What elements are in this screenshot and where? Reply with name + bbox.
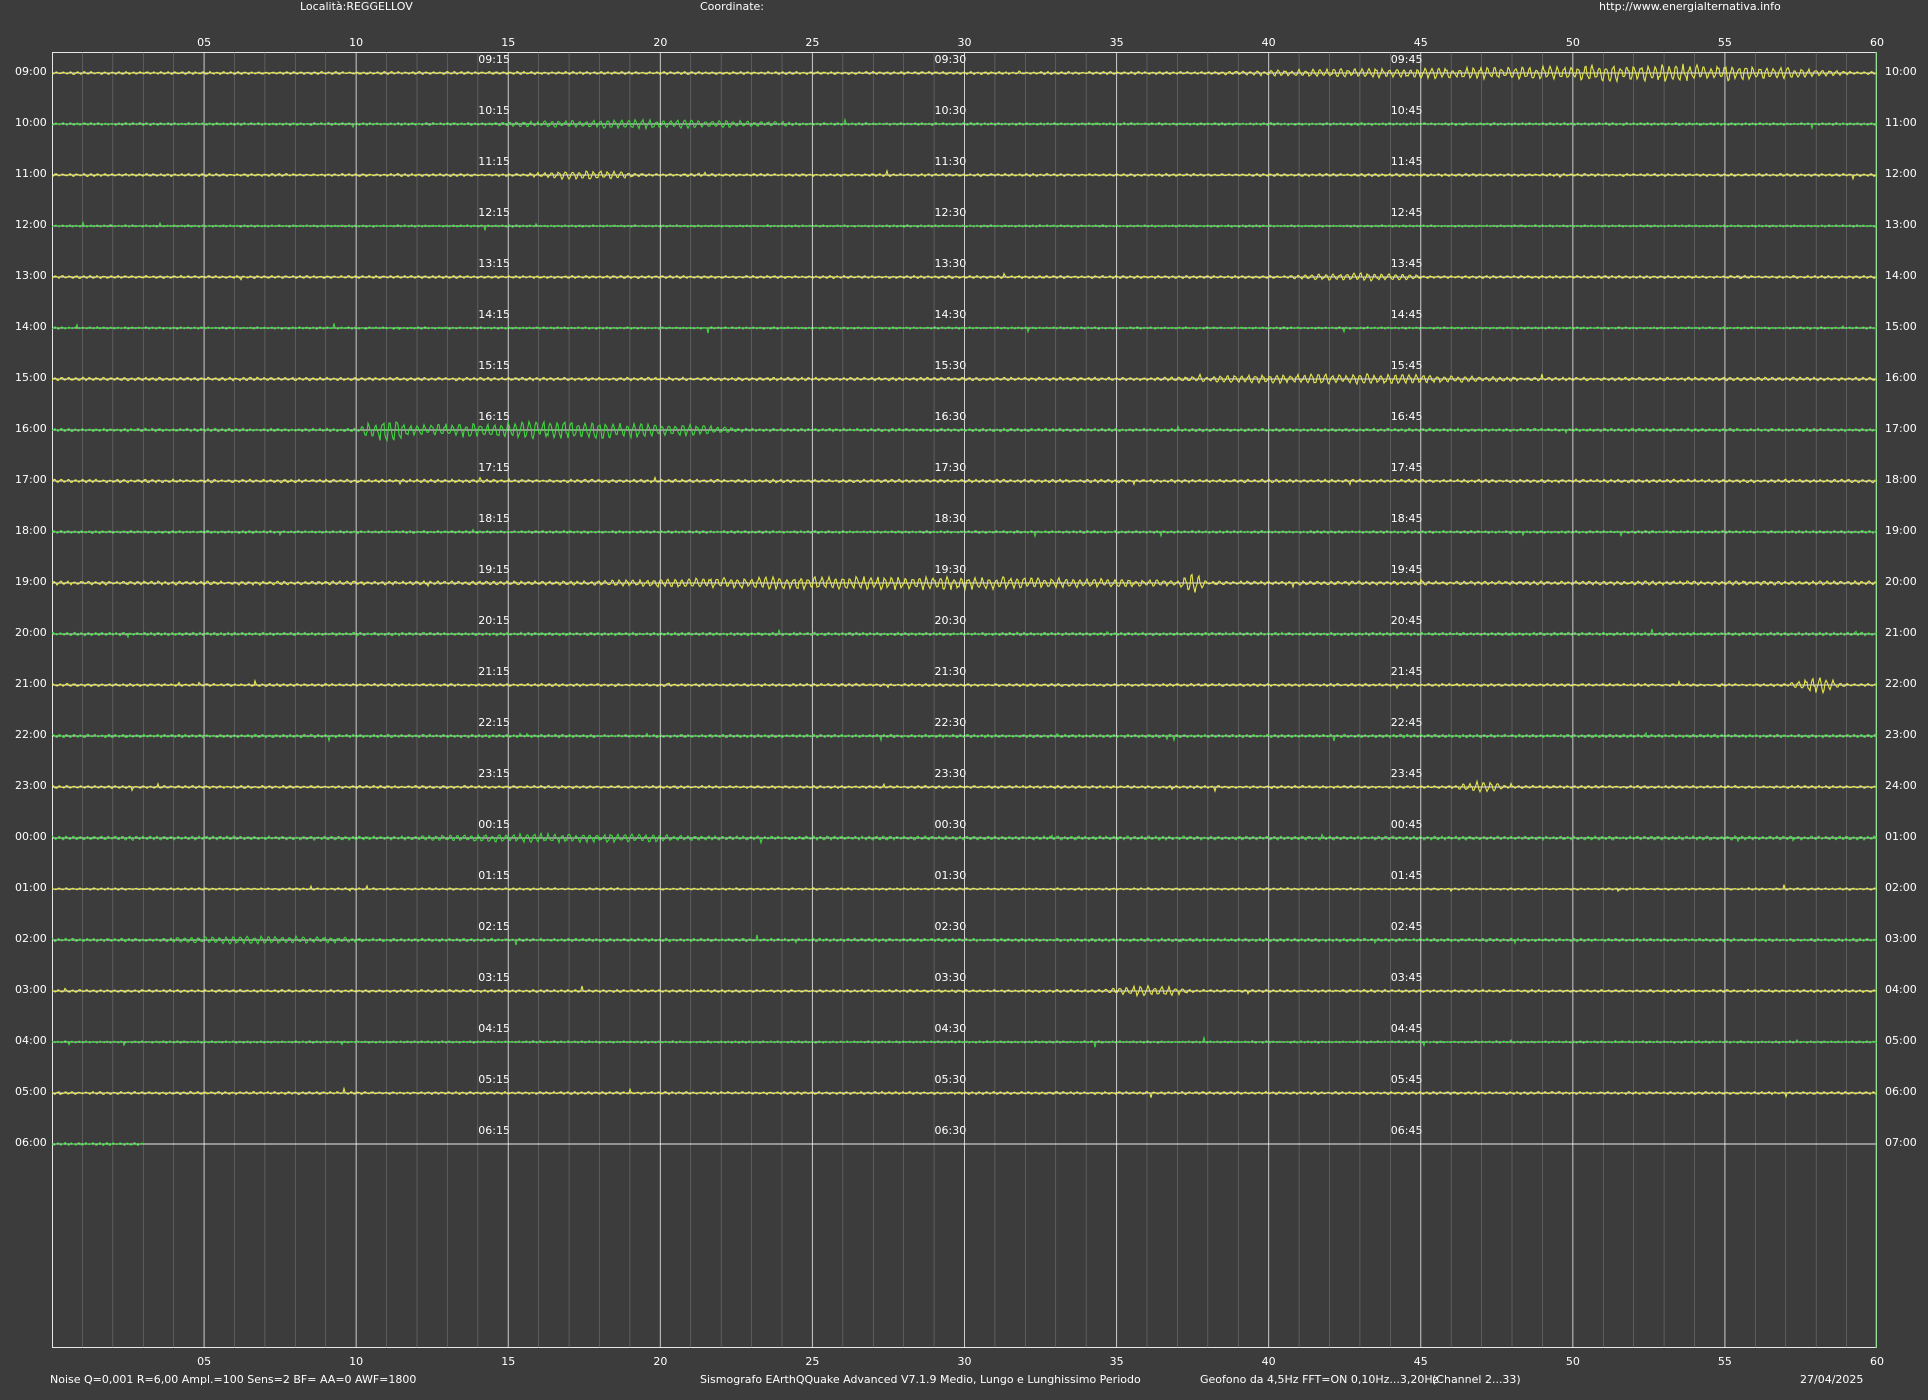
footer-software: Sismografo EArthQQuake Advanced V7.1.9 M… <box>700 1373 1141 1386</box>
bottom-minute-tick-label: 10 <box>349 1355 364 1368</box>
seismograph-window: Località:REGGELLOV Coordinate: http://ww… <box>0 0 1928 1400</box>
left-hour-label: 04:00 <box>15 1034 47 1047</box>
left-hour-label: 12:00 <box>15 218 47 231</box>
left-hour-label: 10:00 <box>15 116 47 129</box>
footer-params: Noise Q=0,001 R=6,00 Ampl.=100 Sens=2 BF… <box>50 1373 417 1386</box>
right-hour-label: 17:00 <box>1885 422 1917 435</box>
left-hour-label: 14:00 <box>15 320 47 333</box>
top-minute-tick-label: 45 <box>1413 36 1428 49</box>
top-minute-tick-label: 10 <box>349 36 364 49</box>
right-hour-label: 11:00 <box>1885 116 1917 129</box>
left-hour-label: 16:00 <box>15 422 47 435</box>
left-hour-label: 17:00 <box>15 473 47 486</box>
left-hour-label: 05:00 <box>15 1085 47 1098</box>
right-hour-label: 18:00 <box>1885 473 1917 486</box>
left-hour-label: 23:00 <box>15 779 47 792</box>
bottom-minute-tick-label: 60 <box>1870 1355 1884 1368</box>
right-hour-label: 23:00 <box>1885 728 1917 741</box>
top-minute-tick-label: 55 <box>1717 36 1732 49</box>
right-hour-label: 10:00 <box>1885 65 1917 78</box>
left-hour-label: 18:00 <box>15 524 47 537</box>
bottom-minute-tick-label: 50 <box>1565 1355 1580 1368</box>
top-minute-tick-label: 35 <box>1109 36 1124 49</box>
top-minute-tick-label: 25 <box>805 36 820 49</box>
coordinates-label: Coordinate: <box>700 0 765 13</box>
left-hour-label: 09:00 <box>15 65 47 78</box>
footer-sensor: Geofono da 4,5Hz FFT=ON 0,10Hz...3,20Hz <box>1200 1373 1439 1386</box>
right-hour-label: 02:00 <box>1885 881 1917 894</box>
right-hour-label: 19:00 <box>1885 524 1917 537</box>
right-hour-label: 22:00 <box>1885 677 1917 690</box>
top-minute-tick-label: 50 <box>1565 36 1580 49</box>
footer-channel: (Channel 2...33) <box>1432 1373 1521 1386</box>
bottom-minute-tick-label: 45 <box>1413 1355 1428 1368</box>
left-hour-label: 13:00 <box>15 269 47 282</box>
left-hour-label: 00:00 <box>15 830 47 843</box>
top-minute-tick-label: 05 <box>197 36 212 49</box>
left-hour-label: 22:00 <box>15 728 47 741</box>
right-hour-label: 16:00 <box>1885 371 1917 384</box>
bottom-minute-tick-label: 15 <box>501 1355 516 1368</box>
footer-date: 27/04/2025 <box>1800 1373 1864 1386</box>
left-hour-label: 21:00 <box>15 677 47 690</box>
right-hour-label: 01:00 <box>1885 830 1917 843</box>
location-label: Località:REGGELLOV <box>300 0 413 13</box>
website-link[interactable]: http://www.energialternativa.info <box>1599 0 1781 13</box>
right-hour-label: 24:00 <box>1885 779 1917 792</box>
right-hour-label: 15:00 <box>1885 320 1917 333</box>
right-hour-label: 06:00 <box>1885 1085 1917 1098</box>
top-minute-tick-label: 40 <box>1261 36 1276 49</box>
right-hour-label: 12:00 <box>1885 167 1917 180</box>
right-hour-label: 07:00 <box>1885 1136 1917 1149</box>
bottom-minute-tick-label: 05 <box>197 1355 212 1368</box>
left-hour-label: 03:00 <box>15 983 47 996</box>
top-minute-tick-label: 60 <box>1870 36 1884 49</box>
bottom-minute-tick-label: 25 <box>805 1355 820 1368</box>
right-hour-label: 13:00 <box>1885 218 1917 231</box>
bottom-minute-tick-label: 35 <box>1109 1355 1124 1368</box>
seismogram-plot <box>52 52 1878 1348</box>
left-hour-label: 20:00 <box>15 626 47 639</box>
right-hour-label: 21:00 <box>1885 626 1917 639</box>
right-hour-label: 20:00 <box>1885 575 1917 588</box>
top-minute-tick-label: 30 <box>957 36 972 49</box>
bottom-minute-tick-label: 20 <box>653 1355 668 1368</box>
left-hour-label: 02:00 <box>15 932 47 945</box>
right-hour-label: 04:00 <box>1885 983 1917 996</box>
right-hour-label: 03:00 <box>1885 932 1917 945</box>
bottom-minute-tick-label: 55 <box>1717 1355 1732 1368</box>
left-hour-label: 06:00 <box>15 1136 47 1149</box>
left-hour-label: 11:00 <box>15 167 47 180</box>
left-hour-label: 19:00 <box>15 575 47 588</box>
left-hour-label: 15:00 <box>15 371 47 384</box>
left-hour-label: 01:00 <box>15 881 47 894</box>
right-hour-label: 14:00 <box>1885 269 1917 282</box>
right-hour-label: 05:00 <box>1885 1034 1917 1047</box>
top-minute-tick-label: 20 <box>653 36 668 49</box>
bottom-minute-tick-label: 40 <box>1261 1355 1276 1368</box>
bottom-minute-tick-label: 30 <box>957 1355 972 1368</box>
top-minute-tick-label: 15 <box>501 36 516 49</box>
